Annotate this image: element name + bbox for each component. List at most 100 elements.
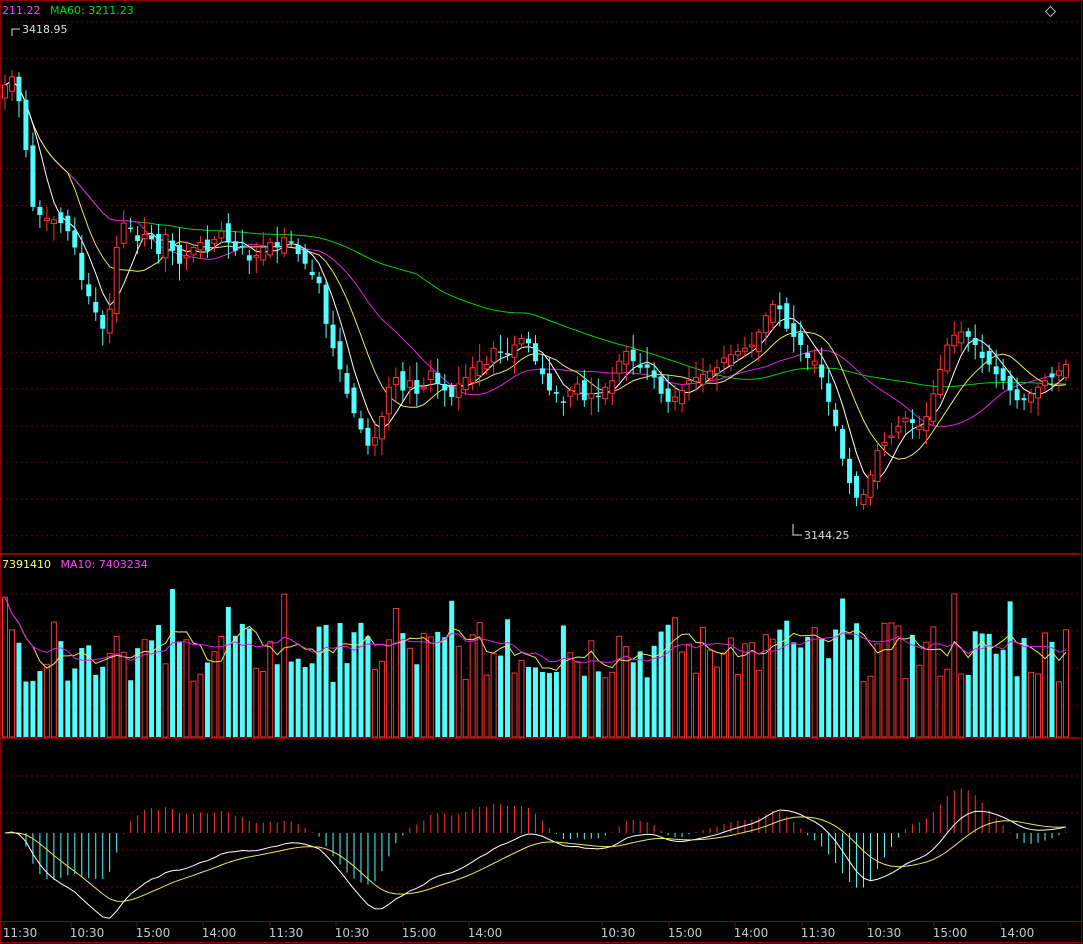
svg-text:211.22 MA60: 3211.23: 211.22 MA60: 3211.23 <box>2 4 134 17</box>
candle-body <box>337 341 343 370</box>
candle-body <box>106 308 113 334</box>
volume-bar <box>755 669 762 738</box>
volume-bar <box>706 649 713 738</box>
volume-bar <box>449 600 455 737</box>
candle-body <box>979 351 985 358</box>
candle-body <box>476 360 483 377</box>
volume-bar <box>197 673 204 738</box>
candle-body <box>378 416 385 440</box>
candle-body <box>965 331 971 337</box>
volume-bar <box>43 663 50 738</box>
candle-body <box>644 364 650 368</box>
candle-body <box>455 383 462 399</box>
candle-body <box>888 435 895 438</box>
volume-bar <box>253 667 260 738</box>
volume-bar <box>553 671 559 737</box>
candle-body <box>30 145 36 207</box>
volume-bar <box>826 658 832 737</box>
volume-bar <box>232 635 238 737</box>
candle-body <box>602 386 609 399</box>
candle-body <box>798 332 804 345</box>
candle-body <box>211 238 218 244</box>
candle-body <box>791 323 797 337</box>
volume-bar <box>420 632 427 738</box>
volume-bar <box>1055 681 1062 738</box>
volume-bar <box>609 671 616 738</box>
candle-body <box>93 301 99 313</box>
volume-bar <box>923 641 930 738</box>
volume-bar <box>958 673 965 738</box>
x-tick-label: 15:00 <box>136 926 171 940</box>
volume-bar <box>951 593 958 738</box>
candle-body <box>951 334 958 347</box>
candle-body <box>316 276 322 284</box>
candle-body <box>483 364 490 370</box>
candle-body <box>1021 398 1027 401</box>
candle-body <box>986 351 992 365</box>
candle-body <box>993 366 999 375</box>
volume-bar <box>100 666 106 737</box>
legend-volume-ma10: MA10: 7403234 <box>61 558 148 571</box>
volume-bar <box>462 678 469 738</box>
volume-bar <box>616 635 623 738</box>
candle-body <box>526 338 531 344</box>
candle-body <box>546 373 552 391</box>
volume-bar <box>371 668 378 738</box>
volume-bar <box>847 639 853 737</box>
candlestick-chart[interactable]: 11:30 10:30 15:00 14:00 11:30 10:30 15:00 14:00… <box>0 0 1083 944</box>
candle-body <box>560 401 566 403</box>
candle-body <box>588 393 595 399</box>
x-tick-label: 11:30 <box>801 926 836 940</box>
candle-body <box>748 344 755 348</box>
volume-bar <box>8 629 15 738</box>
candle-body <box>511 344 518 358</box>
volume-bar <box>693 672 700 738</box>
candle-body <box>679 390 686 405</box>
candle-body <box>616 360 623 374</box>
volume-bar <box>546 673 552 737</box>
x-tick-label: 15:00 <box>668 926 703 940</box>
candle-body <box>777 305 783 310</box>
volume-bar <box>937 675 944 738</box>
volume-bar <box>309 663 315 737</box>
candle-body <box>371 437 378 446</box>
candle-body <box>113 247 120 315</box>
candle-body <box>344 373 350 394</box>
volume-bar <box>267 641 274 738</box>
volume-bar <box>177 642 182 737</box>
candle-body <box>435 372 441 384</box>
volume-bar <box>23 681 29 737</box>
volume-bar <box>965 674 971 737</box>
candle-body <box>532 343 538 362</box>
volume-bar <box>993 653 999 737</box>
candle-body <box>170 240 176 251</box>
volume-bar <box>469 634 476 738</box>
volume-bar <box>190 680 197 738</box>
volume-bar <box>526 666 531 737</box>
x-tick-label: 11:30 <box>3 926 38 940</box>
candle-body <box>309 271 315 276</box>
candle-body <box>1049 373 1055 378</box>
volume-bar <box>630 662 636 737</box>
candle-body <box>854 475 860 498</box>
volume-bar <box>658 631 664 737</box>
x-tick-label: 14:00 <box>202 926 237 940</box>
candle-body <box>449 386 455 397</box>
candle-body <box>958 331 965 344</box>
candle-body <box>37 206 43 215</box>
volume-bar <box>211 651 218 738</box>
candle-body <box>302 249 308 264</box>
candle-body <box>1042 380 1049 386</box>
volume-bar <box>288 661 294 737</box>
candle-body <box>811 360 818 366</box>
volume-bar <box>602 677 609 738</box>
legend-volume-0: 7391410 <box>2 558 51 571</box>
candle-body <box>406 380 413 388</box>
candle-body <box>414 380 420 394</box>
volume-bar <box>50 621 57 738</box>
x-tick-label: 11:30 <box>269 926 304 940</box>
volume-bar <box>260 670 267 738</box>
candle-body <box>762 315 769 334</box>
volume-bar <box>805 636 811 737</box>
x-tick-label: 14:00 <box>1000 926 1035 940</box>
